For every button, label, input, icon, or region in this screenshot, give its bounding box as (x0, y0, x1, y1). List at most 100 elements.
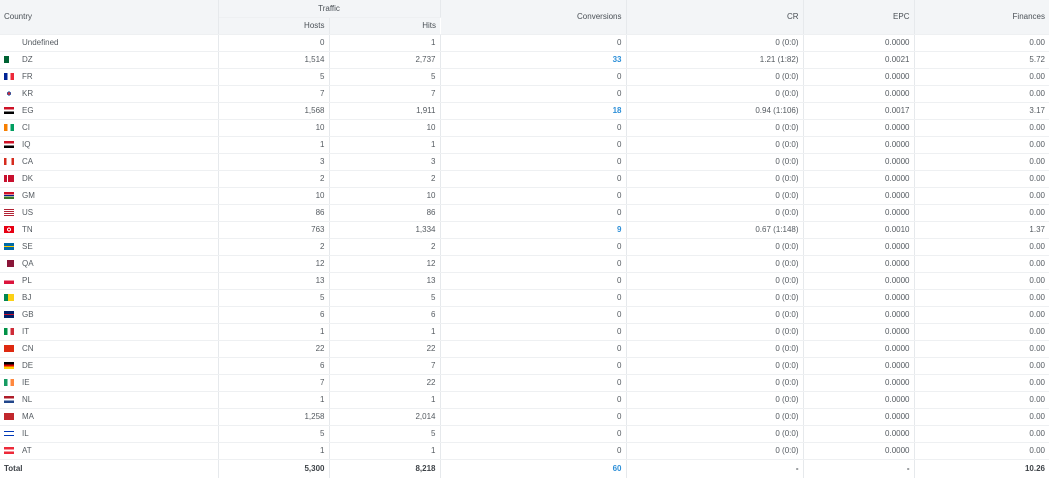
table-row: US 86 86 0 0 (0:0) 0.0000 0.00 (0, 204, 1049, 222)
flag-iq-icon (4, 141, 14, 148)
cell-hits: 13 (329, 272, 441, 290)
table-row: KR 7 7 0 0 (0:0) 0.0000 0.00 (0, 85, 1049, 103)
country-code: FR (22, 72, 33, 81)
country-code: SE (22, 242, 33, 251)
flag-qa-icon (4, 260, 14, 267)
cell-country: FR (0, 68, 219, 86)
cell-country: US (0, 204, 219, 222)
flag-pl-icon (4, 277, 14, 284)
cell-cr: 0 (0:0) (626, 34, 804, 52)
cell-conversions: 0 (440, 34, 627, 52)
cell-finances: 5.72 (914, 51, 1049, 69)
cell-conversions: 0 (440, 136, 627, 154)
cell-conversions[interactable]: 18 (440, 102, 627, 120)
cell-country: TN (0, 221, 219, 239)
flag-eg-icon (4, 107, 14, 114)
cell-hits: 2,014 (329, 408, 441, 426)
table-row: SE 2 2 0 0 (0:0) 0.0000 0.00 (0, 238, 1049, 256)
column-header-hosts[interactable]: Hosts (218, 17, 330, 35)
cell-hits: 1,911 (329, 102, 441, 120)
cell-hosts: 12 (218, 255, 330, 273)
table-row: DK 2 2 0 0 (0:0) 0.0000 0.00 (0, 170, 1049, 188)
cell-hits: 2,737 (329, 51, 441, 69)
cell-hosts: 7 (218, 85, 330, 103)
cell-hosts: 22 (218, 340, 330, 358)
column-header-hits[interactable]: Hits (329, 17, 440, 35)
country-code: Undefined (22, 38, 59, 47)
cell-hits: 7 (329, 357, 441, 375)
cell-finances: 0.00 (914, 391, 1049, 409)
cell-hosts: 7 (218, 374, 330, 392)
cell-conversions: 0 (440, 187, 627, 205)
cell-hosts: 1 (218, 442, 330, 460)
cell-country: IL (0, 425, 219, 443)
cell-hosts: 1,258 (218, 408, 330, 426)
cell-country: GB (0, 306, 219, 324)
flag-cn-icon (4, 345, 14, 352)
cell-conversions: 0 (440, 68, 627, 86)
country-code: US (22, 208, 34, 217)
table-row: MA 1,258 2,014 0 0 (0:0) 0.0000 0.00 (0, 408, 1049, 426)
country-code: IQ (22, 140, 31, 149)
cell-finances: 0.00 (914, 425, 1049, 443)
total-conversions[interactable]: 60 (440, 458, 627, 478)
cell-epc: 0.0000 (803, 119, 915, 137)
table-row: DZ 1,514 2,737 33 1.21 (1:82) 0.0021 5.72 (0, 51, 1049, 69)
cell-finances: 0.00 (914, 170, 1049, 188)
cell-epc: 0.0000 (803, 425, 915, 443)
cell-conversions[interactable]: 33 (440, 51, 627, 69)
cell-conversions: 0 (440, 408, 627, 426)
table-row: Undefined 0 1 0 0 (0:0) 0.0000 0.00 (0, 34, 1049, 52)
flag-gb-icon (4, 311, 14, 318)
cell-conversions: 0 (440, 357, 627, 375)
flag-ma-icon (4, 413, 14, 420)
cell-hosts: 1,568 (218, 102, 330, 120)
cell-hosts: 10 (218, 119, 330, 137)
country-stats-table: Country Traffic Conversions CR EPC Finan… (0, 0, 1049, 478)
flag-de-icon (4, 362, 14, 369)
cell-hits: 1 (329, 136, 441, 154)
cell-hits: 5 (329, 68, 441, 86)
cell-conversions[interactable]: 9 (440, 221, 627, 239)
cell-hosts: 5 (218, 68, 330, 86)
total-finances: 10.26 (914, 458, 1049, 478)
cell-hits: 1 (329, 34, 441, 52)
cell-finances: 0.00 (914, 238, 1049, 256)
country-code: CI (22, 123, 30, 132)
cell-country: AT (0, 442, 219, 460)
cell-epc: 0.0000 (803, 34, 915, 52)
flag-fr-icon (4, 73, 14, 80)
cell-hosts: 2 (218, 170, 330, 188)
flag-ci-icon (4, 124, 14, 131)
table-row: NL 1 1 0 0 (0:0) 0.0000 0.00 (0, 391, 1049, 409)
total-hits: 8,218 (329, 458, 441, 478)
cell-cr: 0 (0:0) (626, 238, 804, 256)
cell-country: MA (0, 408, 219, 426)
table-row: BJ 5 5 0 0 (0:0) 0.0000 0.00 (0, 289, 1049, 307)
cell-conversions: 0 (440, 340, 627, 358)
cell-country: DK (0, 170, 219, 188)
cell-hosts: 0 (218, 34, 330, 52)
country-code: MA (22, 412, 34, 421)
cell-hits: 1 (329, 323, 441, 341)
cell-finances: 0.00 (914, 153, 1049, 171)
country-code: IT (22, 327, 30, 336)
cell-cr: 0 (0:0) (626, 272, 804, 290)
cell-epc: 0.0000 (803, 306, 915, 324)
cell-finances: 0.00 (914, 136, 1049, 154)
cell-hosts: 5 (218, 289, 330, 307)
cell-hits: 5 (329, 425, 441, 443)
table-row: CN 22 22 0 0 (0:0) 0.0000 0.00 (0, 340, 1049, 358)
country-code: DZ (22, 55, 33, 64)
country-code: TN (22, 225, 33, 234)
cell-epc: 0.0000 (803, 255, 915, 273)
cell-country: IE (0, 374, 219, 392)
column-header-cr[interactable]: CR (626, 0, 804, 35)
column-header-finances[interactable]: Finances (914, 0, 1049, 35)
total-label: Total (0, 458, 219, 478)
column-header-epc[interactable]: EPC (803, 0, 915, 35)
cell-cr: 0.94 (1:106) (626, 102, 804, 120)
column-header-country[interactable]: Country (0, 0, 219, 35)
country-code: DK (22, 174, 34, 183)
column-header-conversions[interactable]: Conversions (440, 0, 627, 35)
